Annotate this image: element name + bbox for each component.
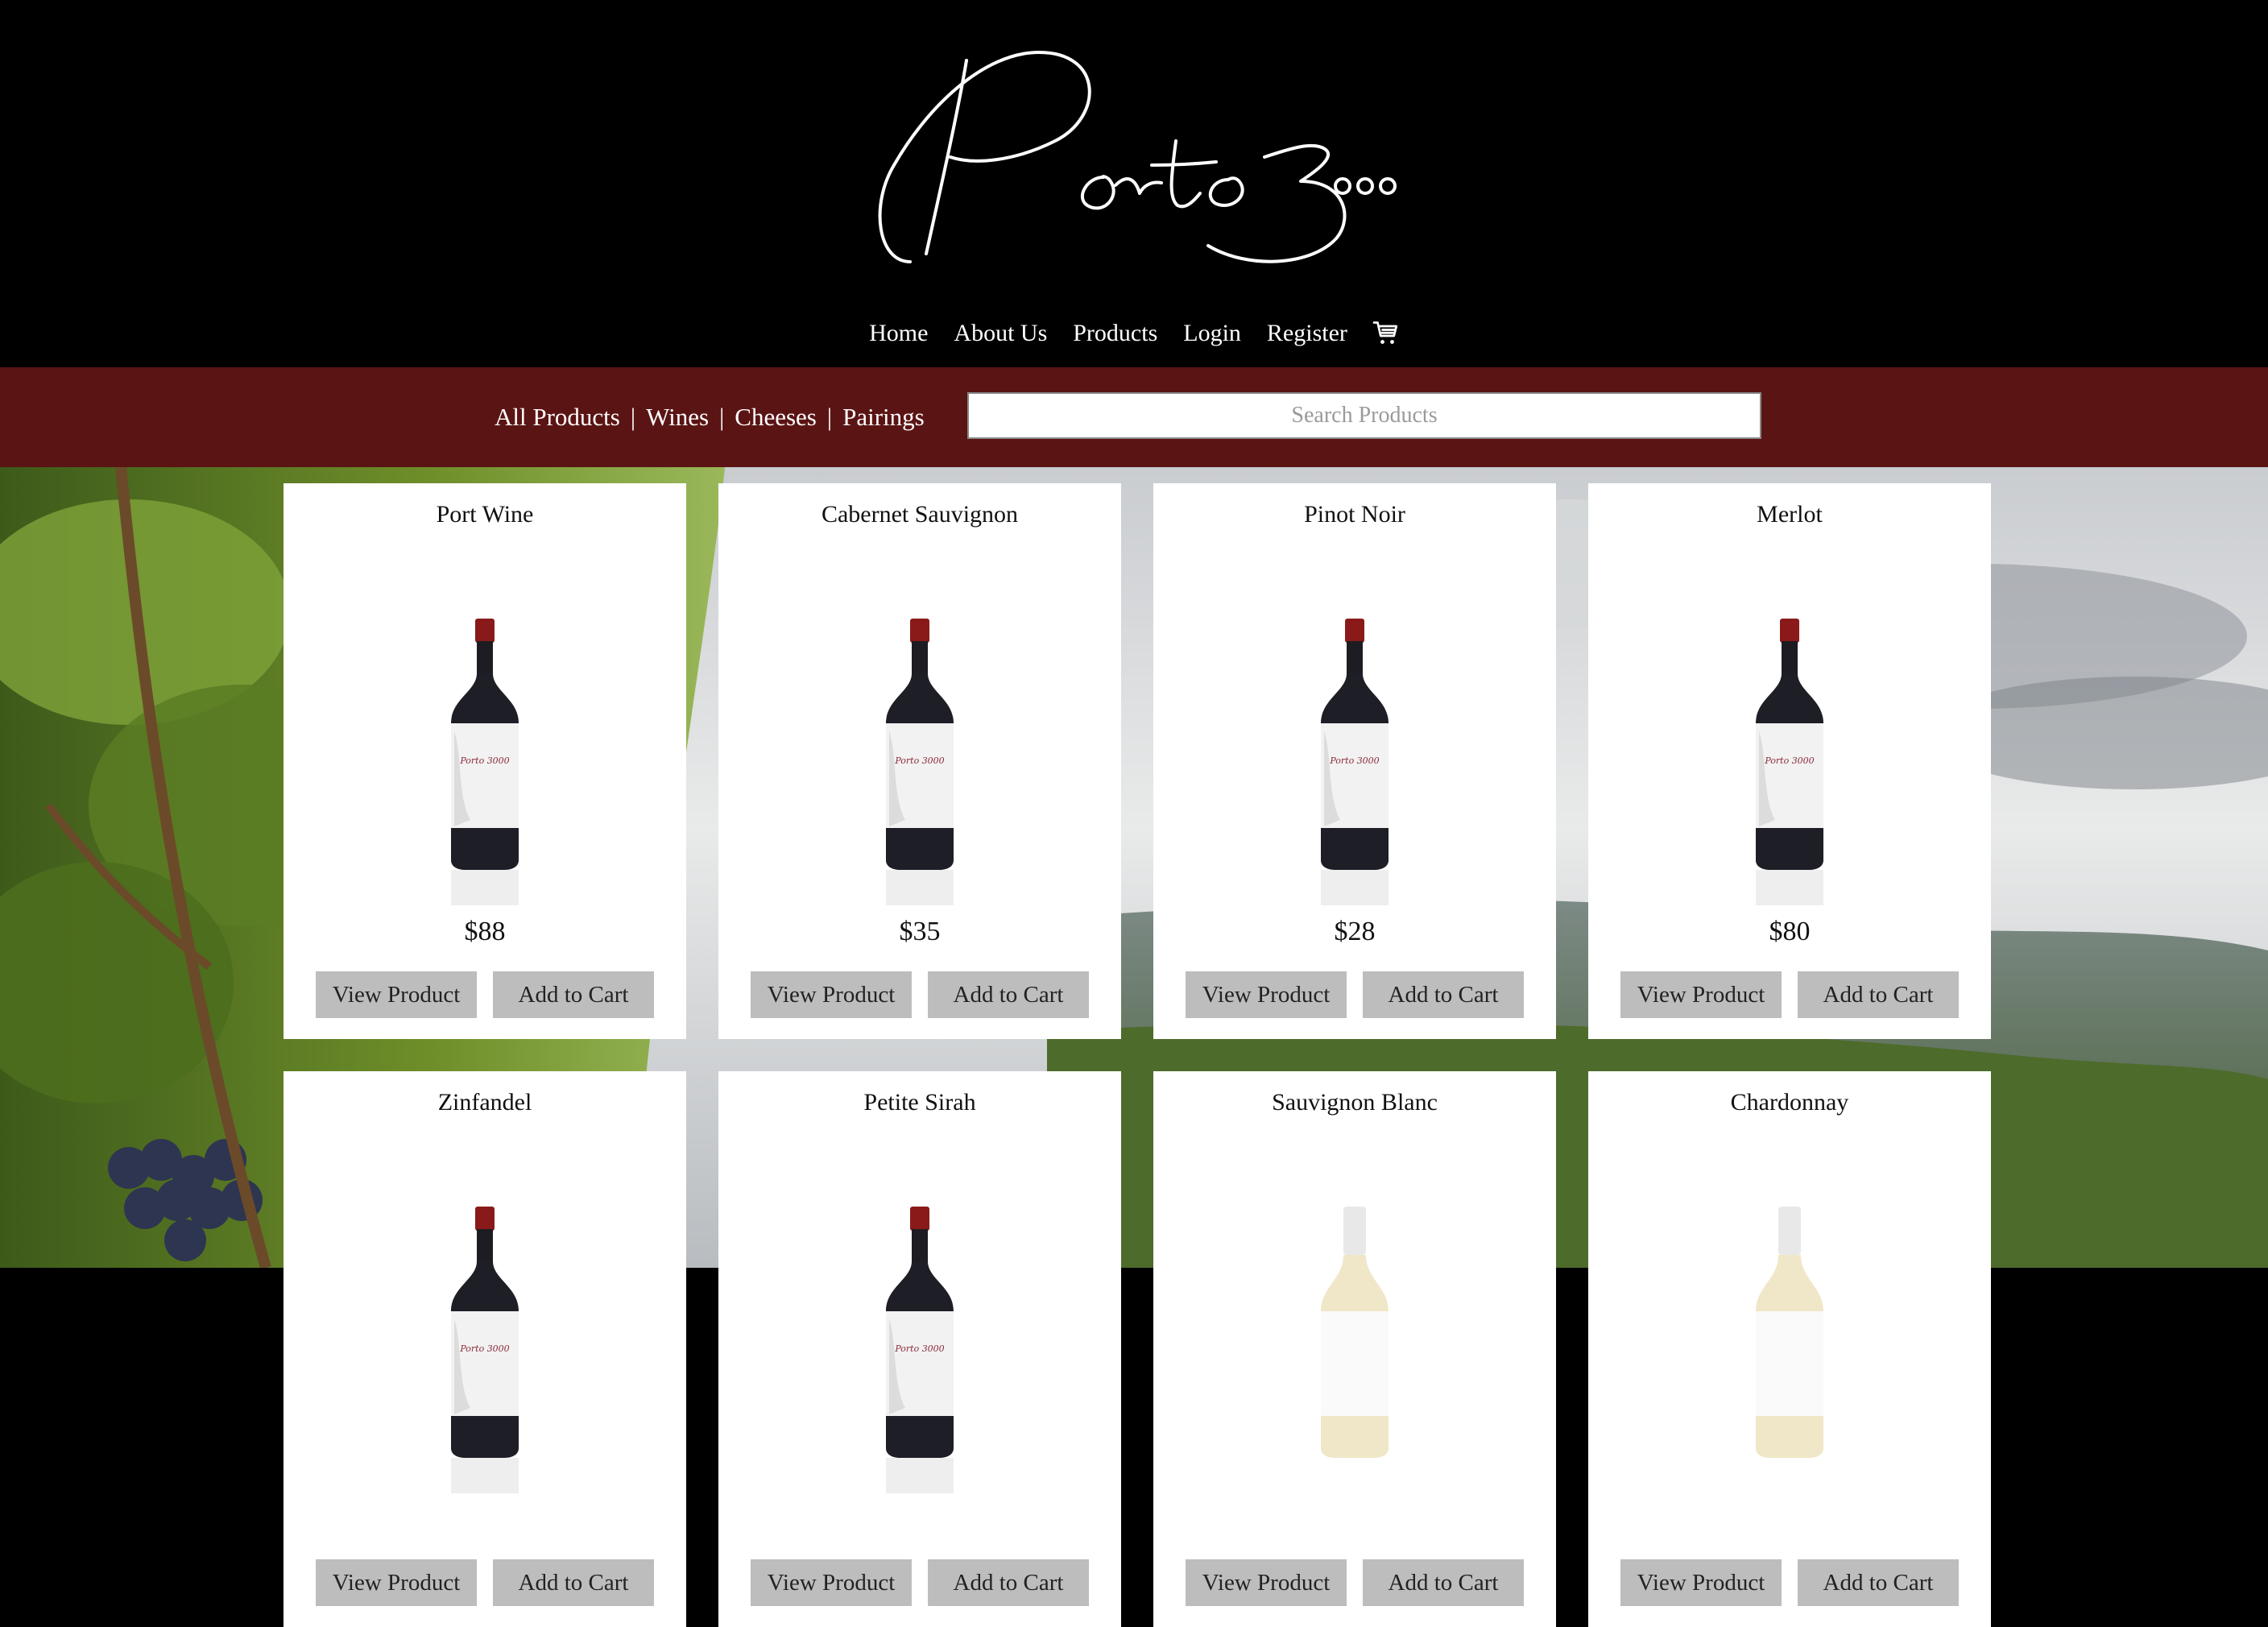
- product-card: Pinot Noir Porto 3000 $28 View Product A…: [1153, 483, 1556, 1039]
- category-separator: |: [719, 403, 725, 431]
- product-card: Cabernet Sauvignon Porto 3000 $35 View P…: [718, 483, 1121, 1039]
- nav-login[interactable]: Login: [1170, 320, 1254, 347]
- view-product-button[interactable]: View Product: [1186, 1559, 1347, 1606]
- category-separator: |: [630, 403, 636, 431]
- view-product-button[interactable]: View Product: [751, 1559, 912, 1606]
- product-name: Merlot: [1757, 501, 1823, 528]
- svg-text:Porto 3000: Porto 3000: [1764, 756, 1814, 766]
- product-name: Port Wine: [436, 501, 534, 528]
- view-product-button[interactable]: View Product: [751, 971, 912, 1018]
- wine-bottle-image[interactable]: Porto 3000: [1751, 619, 1828, 905]
- category-cheeses[interactable]: Cheeses: [735, 403, 817, 432]
- product-card: Sauvignon Blanc View Product Add to Cart: [1153, 1071, 1556, 1627]
- add-to-cart-button[interactable]: Add to Cart: [493, 971, 654, 1018]
- product-card: Chardonnay View Product Add to Cart: [1588, 1071, 1991, 1627]
- add-to-cart-button[interactable]: Add to Cart: [928, 971, 1089, 1018]
- view-product-button[interactable]: View Product: [1620, 971, 1782, 1018]
- product-card: Port Wine Porto 3000 $88 View Product Ad…: [284, 483, 686, 1039]
- product-price: $35: [899, 917, 941, 946]
- wine-bottle-image[interactable]: Porto 3000: [1316, 619, 1393, 905]
- main-nav: Home About Us Products Login Register: [0, 309, 2268, 358]
- product-name: Zinfandel: [437, 1089, 532, 1116]
- wine-bottle-image[interactable]: [1751, 1207, 1828, 1493]
- category-separator: |: [826, 403, 833, 431]
- product-name: Cabernet Sauvignon: [821, 501, 1019, 528]
- view-product-button[interactable]: View Product: [316, 971, 477, 1018]
- product-name: Chardonnay: [1730, 1089, 1849, 1116]
- add-to-cart-button[interactable]: Add to Cart: [493, 1559, 654, 1606]
- svg-text:Porto 3000: Porto 3000: [459, 1343, 509, 1354]
- category-pairings[interactable]: Pairings: [842, 403, 925, 432]
- add-to-cart-button[interactable]: Add to Cart: [1798, 1559, 1959, 1606]
- add-to-cart-button[interactable]: Add to Cart: [1798, 971, 1959, 1018]
- wine-bottle-image[interactable]: Porto 3000: [446, 1207, 524, 1493]
- product-card: Merlot Porto 3000 $80 View Product Add t…: [1588, 483, 1991, 1039]
- view-product-button[interactable]: View Product: [1620, 1559, 1782, 1606]
- category-wines[interactable]: Wines: [646, 403, 709, 432]
- svg-text:Porto 3000: Porto 3000: [894, 756, 944, 766]
- product-card: Zinfandel Porto 3000 View Product Add to…: [284, 1071, 686, 1627]
- nav-about-us[interactable]: About Us: [941, 320, 1060, 347]
- product-name: Sauvignon Blanc: [1272, 1089, 1438, 1116]
- category-all-products[interactable]: All Products: [495, 403, 620, 432]
- product-name: Pinot Noir: [1304, 501, 1405, 528]
- search-products-input[interactable]: [967, 392, 1761, 439]
- cart-icon[interactable]: [1360, 319, 1412, 348]
- nav-home[interactable]: Home: [856, 320, 941, 347]
- view-product-button[interactable]: View Product: [1186, 971, 1347, 1018]
- product-card: Petite Sirah Porto 3000 View Product Add…: [718, 1071, 1121, 1627]
- nav-products[interactable]: Products: [1060, 320, 1170, 347]
- wine-bottle-image[interactable]: [1316, 1207, 1393, 1493]
- svg-text:Porto 3000: Porto 3000: [459, 756, 509, 766]
- porto-3000-logo[interactable]: [862, 44, 1409, 278]
- wine-bottle-image[interactable]: Porto 3000: [881, 1207, 958, 1493]
- view-product-button[interactable]: View Product: [316, 1559, 477, 1606]
- site-header: Home About Us Products Login Register: [0, 0, 2268, 367]
- wine-bottle-image[interactable]: Porto 3000: [446, 619, 524, 905]
- product-name: Petite Sirah: [863, 1089, 976, 1116]
- product-price: $28: [1334, 917, 1376, 946]
- product-price: $88: [464, 917, 506, 946]
- svg-text:Porto 3000: Porto 3000: [894, 1343, 944, 1354]
- add-to-cart-button[interactable]: Add to Cart: [928, 1559, 1089, 1606]
- product-price: $80: [1769, 917, 1811, 946]
- svg-text:Porto 3000: Porto 3000: [1329, 756, 1379, 766]
- nav-register[interactable]: Register: [1254, 320, 1360, 347]
- add-to-cart-button[interactable]: Add to Cart: [1363, 1559, 1524, 1606]
- add-to-cart-button[interactable]: Add to Cart: [1363, 971, 1524, 1018]
- wine-bottle-image[interactable]: Porto 3000: [881, 619, 958, 905]
- product-grid: Port Wine Porto 3000 $88 View Product Ad…: [284, 483, 1991, 1627]
- category-links: All Products | Wines | Cheeses | Pairing…: [495, 367, 925, 467]
